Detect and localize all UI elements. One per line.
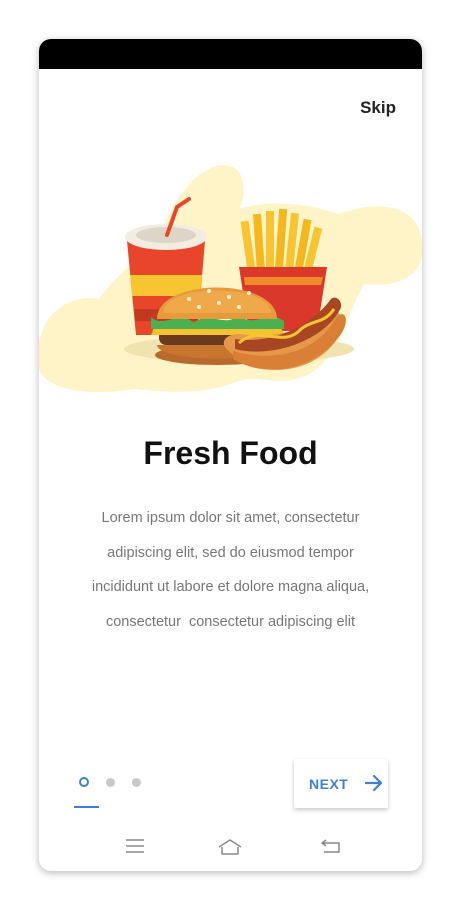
fast-food-illustration bbox=[39, 165, 422, 393]
description-line: adipiscing elit, sed do eiusmod tempor bbox=[107, 544, 354, 561]
status-bar bbox=[39, 39, 422, 69]
next-button[interactable]: NEXT bbox=[294, 759, 388, 808]
system-nav-bar bbox=[39, 834, 422, 864]
active-page-underline bbox=[74, 806, 99, 808]
page-title: Fresh Food bbox=[143, 435, 318, 471]
description: Lorem ipsum dolor sit amet, consectetur … bbox=[69, 501, 392, 639]
description-line: consectetur consectetur adipiscing elit bbox=[105, 613, 356, 630]
page-dot[interactable] bbox=[132, 778, 141, 787]
page-dot[interactable] bbox=[106, 778, 115, 787]
arrow-right-icon bbox=[364, 774, 383, 792]
skip-button[interactable]: Skip bbox=[360, 98, 396, 118]
phone-screen: Skip Fresh Food Lorem ipsum dolor sit am… bbox=[39, 39, 422, 871]
description-line: Lorem ipsum dolor sit amet, consectetur bbox=[101, 510, 360, 526]
description-line: incididunt ut labore et dolore magna ali… bbox=[91, 579, 370, 595]
back-icon[interactable] bbox=[320, 838, 342, 854]
home-icon[interactable] bbox=[217, 838, 243, 856]
page-dot-active[interactable] bbox=[79, 777, 89, 787]
next-button-label: NEXT bbox=[309, 776, 349, 792]
menu-icon[interactable] bbox=[125, 838, 145, 854]
